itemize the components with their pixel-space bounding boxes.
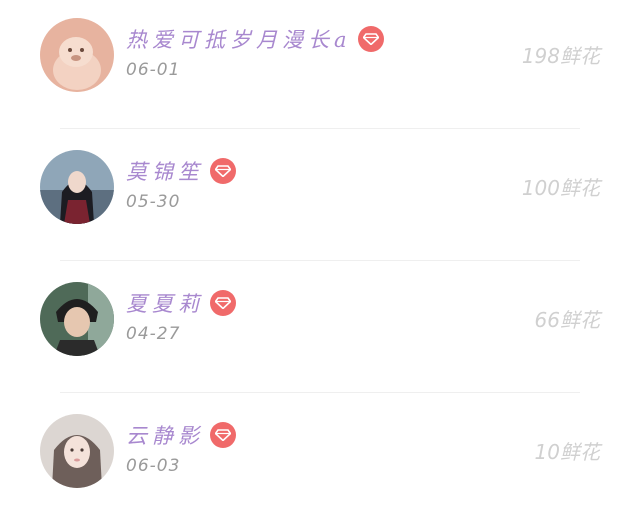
list-item[interactable]: 云静影 06-03 10鲜花 xyxy=(0,396,640,528)
diamond-icon xyxy=(357,26,384,52)
date-text: 06-01 xyxy=(126,60,181,80)
diamond-icon xyxy=(210,290,236,316)
flower-count: 66鲜花 xyxy=(534,308,600,332)
list-item[interactable]: 热爱可抵岁月漫长a 06-01 198鲜花 xyxy=(0,0,640,132)
user-name[interactable]: 云静影 xyxy=(126,420,204,450)
avatar[interactable] xyxy=(40,18,114,92)
avatar[interactable] xyxy=(40,414,114,488)
divider xyxy=(60,392,580,393)
diamond-icon xyxy=(210,422,236,448)
diamond-icon xyxy=(210,158,236,184)
flower-count: 100鲜花 xyxy=(521,176,600,200)
user-name[interactable]: 夏夏莉 xyxy=(126,288,204,318)
avatar[interactable] xyxy=(40,150,114,224)
user-name[interactable]: 热爱可抵岁月漫长a xyxy=(126,24,352,54)
gift-list: 热爱可抵岁月漫长a 06-01 198鲜花 莫锦笙 05-30 100鲜花 夏夏… xyxy=(0,0,640,524)
divider xyxy=(60,260,580,261)
user-name[interactable]: 莫锦笙 xyxy=(126,156,204,186)
avatar[interactable] xyxy=(40,282,114,356)
divider xyxy=(60,128,580,129)
date-text: 06-03 xyxy=(126,456,181,476)
list-item[interactable]: 莫锦笙 05-30 100鲜花 xyxy=(0,132,640,264)
date-text: 05-30 xyxy=(126,192,181,212)
flower-count: 198鲜花 xyxy=(521,44,600,68)
date-text: 04-27 xyxy=(126,324,181,344)
flower-count: 10鲜花 xyxy=(534,440,600,464)
list-item[interactable]: 夏夏莉 04-27 66鲜花 xyxy=(0,264,640,396)
